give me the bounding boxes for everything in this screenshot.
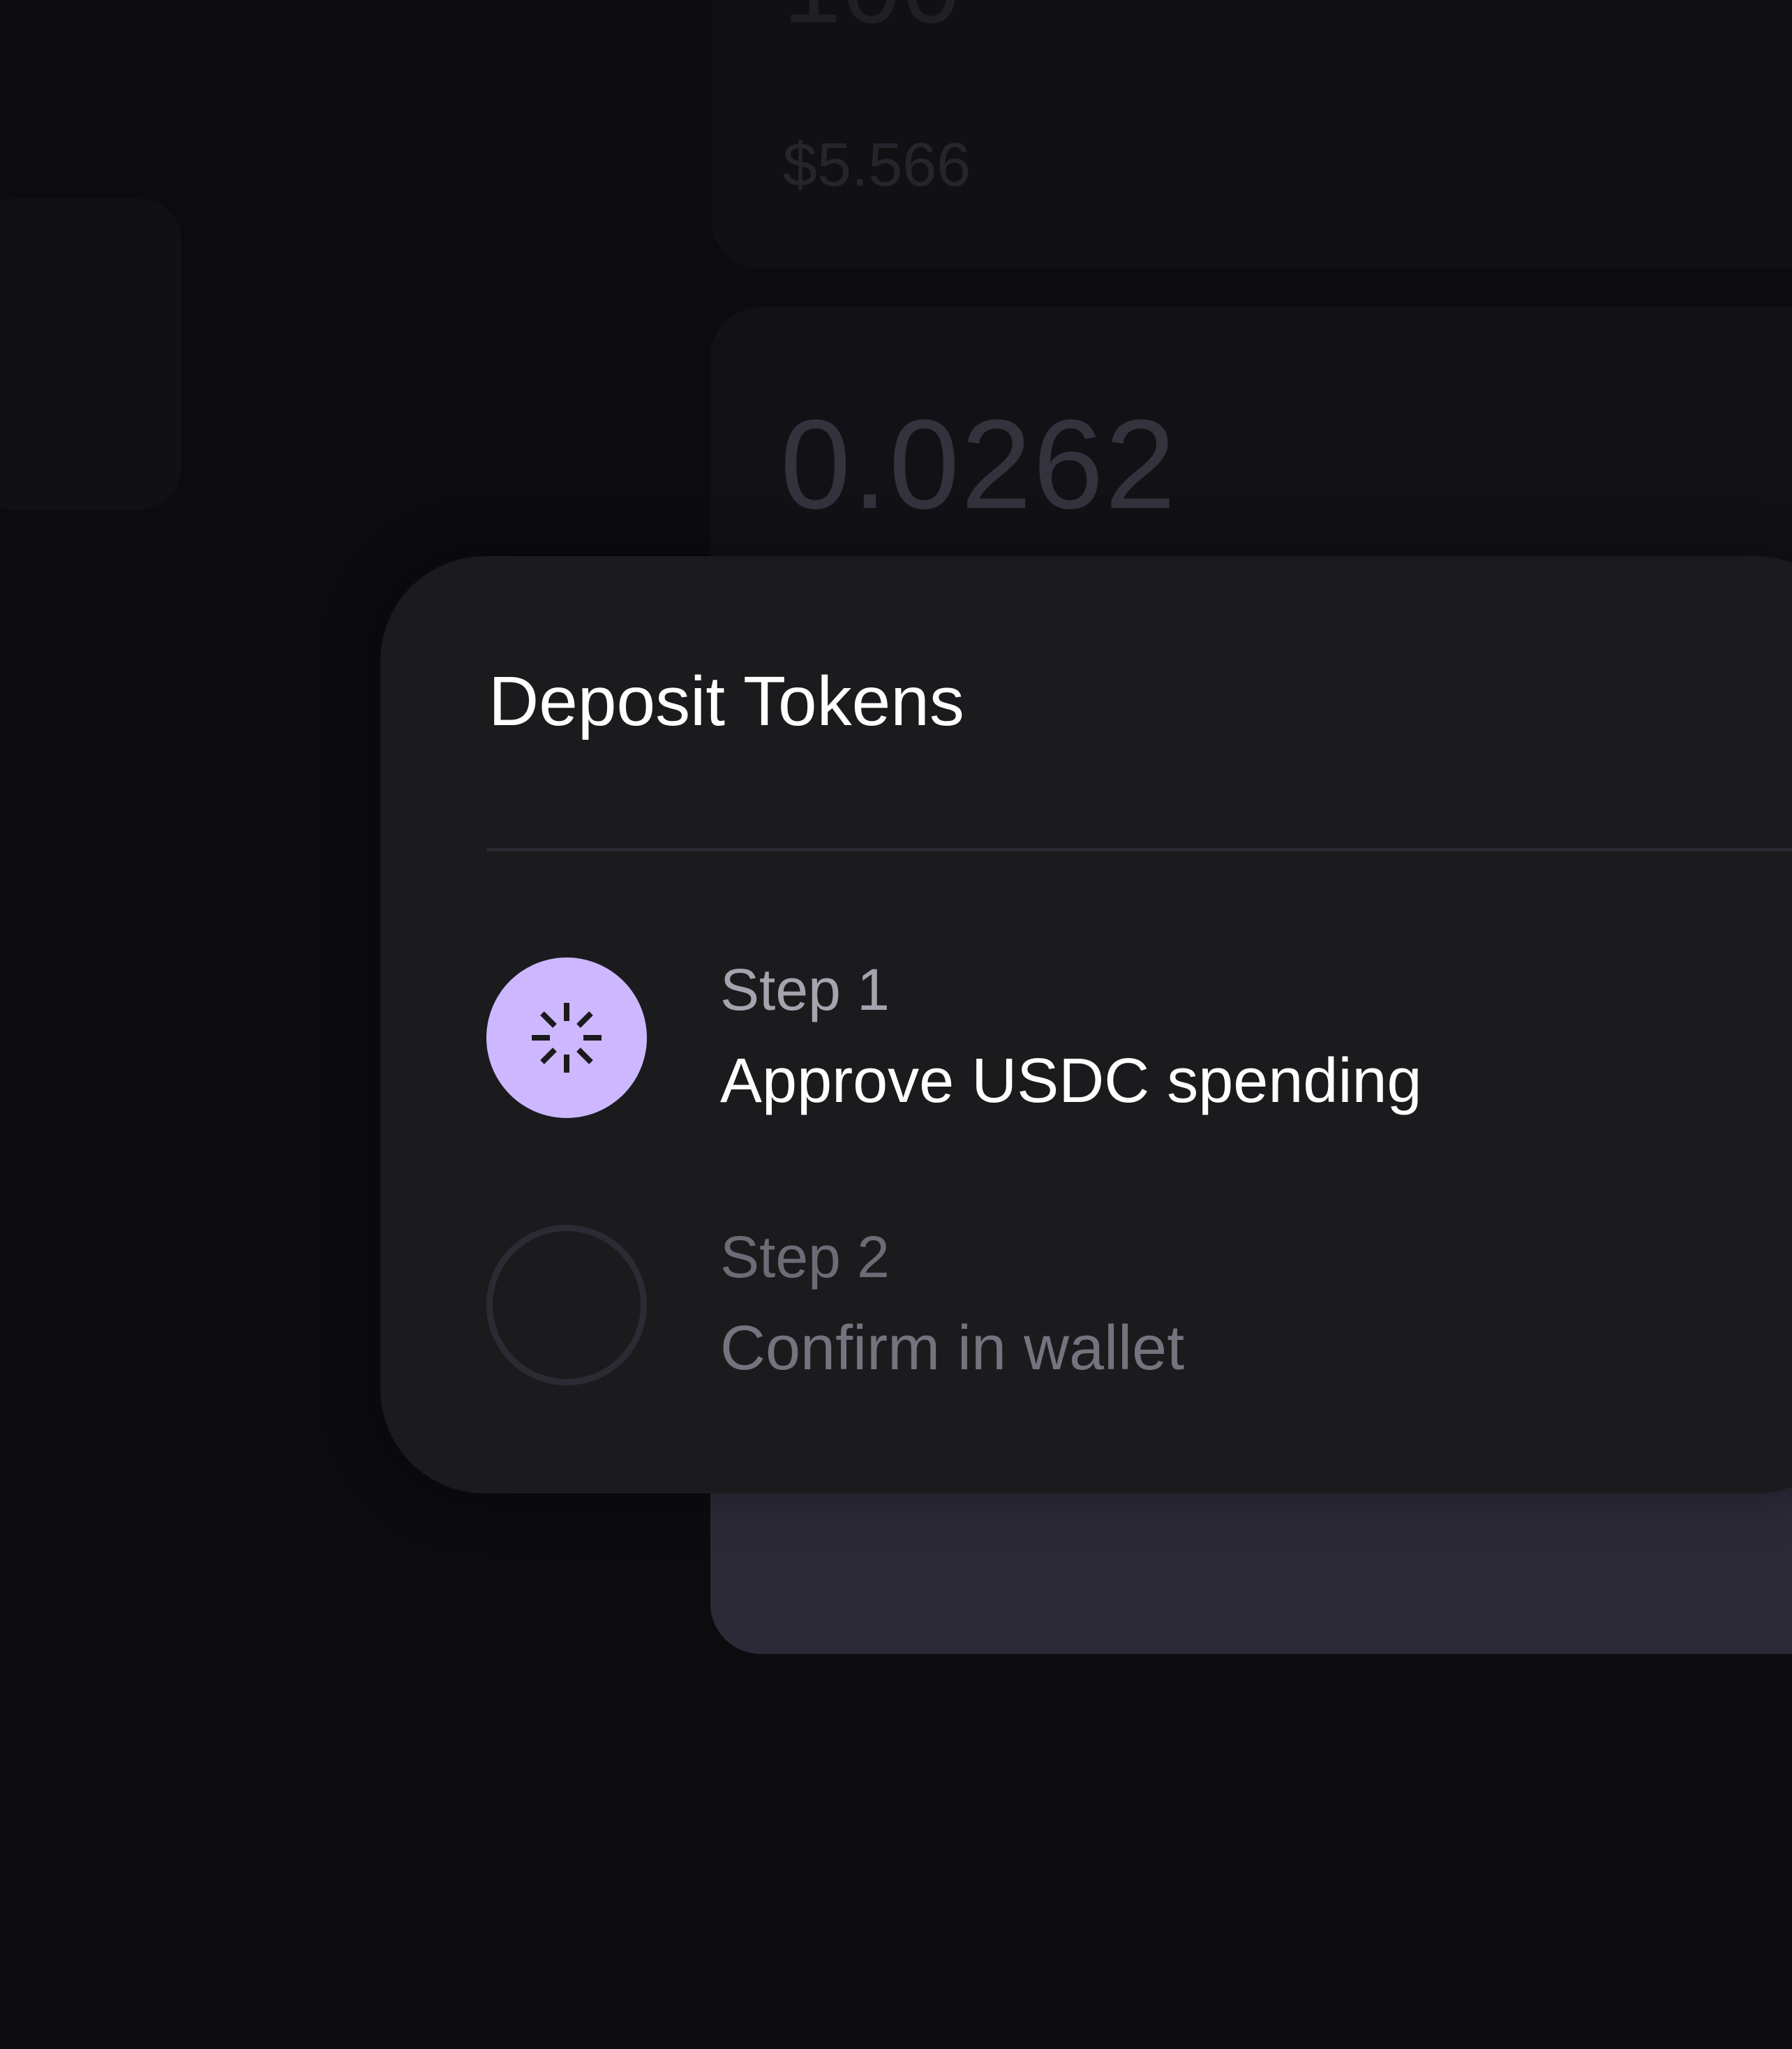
background-token-usd-value: $5.566 <box>783 130 971 199</box>
step-label: Step 1 <box>720 957 890 1022</box>
divider <box>486 848 1792 851</box>
empty-circle-icon <box>486 1225 647 1385</box>
background-token-amount: 100 <box>783 0 962 38</box>
modal-title: Deposit Tokens <box>488 662 964 740</box>
deposit-modal: Deposit Tokens Step 1 Approve USDC spend… <box>380 556 1792 1493</box>
step-label: Step 2 <box>720 1224 890 1290</box>
step-approve: Step 1 Approve USDC spending <box>486 957 1792 1118</box>
step-confirm: Step 2 Confirm in wallet <box>486 1224 1792 1385</box>
step-description: Confirm in wallet <box>720 1313 1185 1383</box>
screen: 100 $5.566 0.0262 Deposit Tokens <box>0 0 1792 2049</box>
spinner-icon <box>532 1003 602 1073</box>
background-output-amount: 0.0262 <box>780 393 1177 535</box>
step-description: Approve USDC spending <box>720 1046 1422 1116</box>
step-status-indicator <box>486 958 647 1118</box>
background-side-card <box>0 199 181 509</box>
